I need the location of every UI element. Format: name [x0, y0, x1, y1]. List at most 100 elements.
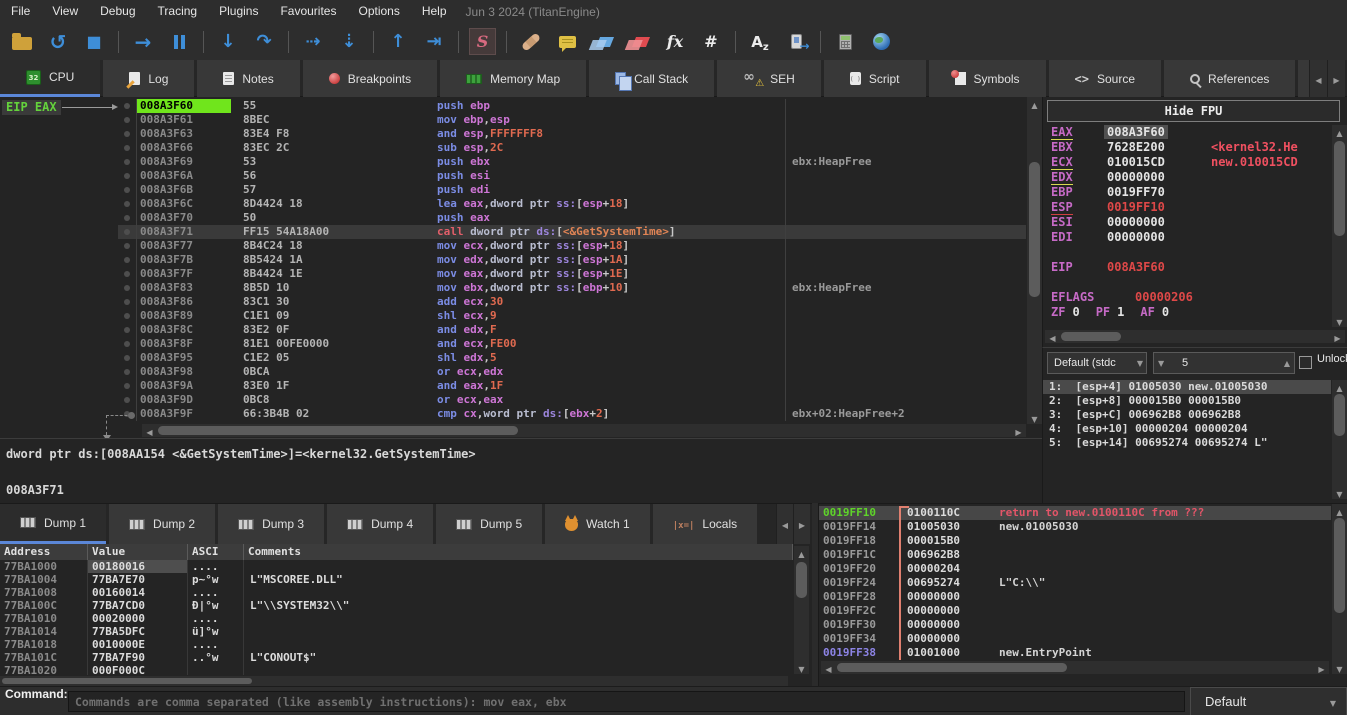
disassembly-vscrollbar[interactable] [1027, 97, 1042, 424]
dump-row[interactable]: 77BA100000180016.... [0, 560, 793, 573]
tab-scroll-right-button[interactable] [1327, 60, 1345, 97]
stack-row[interactable]: 0019FF1C006962B8 [819, 548, 1331, 562]
stack-row[interactable]: 0019FF3400000000 [819, 632, 1331, 646]
dump-row[interactable]: 77BA10180010000E.... [0, 638, 793, 651]
scroll-down-icon[interactable] [1332, 661, 1347, 674]
tab-log[interactable]: Log [103, 60, 194, 97]
unlocked-checkbox[interactable] [1299, 356, 1312, 369]
disasm-row[interactable]: 008A3F980BCAor ecx,edx [118, 365, 1026, 379]
stack-hscrollbar[interactable] [821, 661, 1329, 674]
disasm-row[interactable]: 008A3F8C83E2 0Fand edx,F [118, 323, 1026, 337]
register-row[interactable] [1043, 275, 1331, 290]
menu-options[interactable]: Options [347, 0, 410, 23]
register-row[interactable] [1043, 245, 1331, 260]
register-row[interactable]: EIP008A3F60 [1043, 260, 1331, 275]
animate-into-icon[interactable] [296, 27, 330, 57]
breakpoint-dot-icon[interactable] [118, 379, 136, 393]
scroll-right-icon[interactable] [1330, 330, 1345, 343]
disasm-row[interactable]: 008A3F6B57push edi [118, 183, 1026, 197]
scroll-up-icon[interactable] [1332, 504, 1347, 517]
vscroll-thumb[interactable] [1029, 162, 1040, 297]
register-row[interactable]: ESP0019FF10 [1043, 200, 1331, 215]
stack-row[interactable]: 0019FF100100110Creturn to new.0100110C f… [819, 506, 1331, 520]
hscroll-thumb[interactable] [158, 426, 518, 435]
disasm-row[interactable]: 008A3F6C8D4424 18lea eax,dword ptr ss:[e… [118, 197, 1026, 211]
disasm-row[interactable]: 008A3F9D0BC8or ecx,eax [118, 393, 1026, 407]
scroll-up-icon[interactable] [794, 546, 809, 559]
tab-dump-4[interactable]: Dump 4 [327, 504, 433, 544]
tab-threads[interactable]: Threads [1298, 60, 1309, 97]
tab-references[interactable]: References [1164, 60, 1295, 97]
hide-fpu-button[interactable]: Hide FPU [1047, 100, 1340, 122]
menu-plugins[interactable]: Plugins [208, 0, 269, 23]
menu-view[interactable]: View [41, 0, 89, 23]
tab-call-stack[interactable]: Call Stack [589, 60, 714, 97]
dump-vscrollbar[interactable] [794, 546, 809, 674]
arguments-vscrollbar[interactable] [1332, 380, 1347, 499]
tab-breakpoints[interactable]: Breakpoints [303, 60, 437, 97]
dump-row[interactable]: 77BA101477BA5DFCü]°w [0, 625, 793, 638]
breakpoint-dot-icon[interactable] [118, 365, 136, 379]
scroll-down-icon[interactable] [1332, 314, 1347, 327]
argument-row[interactable]: 2: [esp+8] 000015B0 000015B0 [1043, 394, 1331, 408]
disasm-row[interactable]: 008A3F89C1E1 09shl ecx,9 [118, 309, 1026, 323]
dump-row[interactable]: 77BA100C77BA7CD0Ð|°wL"\\SYSTEM32\\" [0, 599, 793, 612]
tab-dump-3[interactable]: Dump 3 [218, 504, 324, 544]
argument-count-spinner[interactable]: 5 [1153, 352, 1295, 374]
profile-dropdown[interactable]: Default [1190, 687, 1347, 715]
stack-row[interactable]: 0019FF2C00000000 [819, 604, 1331, 618]
disasm-row[interactable]: 008A3F9F66:3B4B 02cmp cx,word ptr ds:[eb… [118, 407, 1026, 421]
tab-cpu[interactable]: CPU [0, 60, 100, 97]
disasm-row[interactable]: 008A3F6A56push esi [118, 169, 1026, 183]
stack-row[interactable]: 0019FF2000000204 [819, 562, 1331, 576]
breakpoint-dot-icon[interactable] [118, 141, 136, 155]
disasm-row[interactable]: 008A3F618BECmov ebp,esp [118, 113, 1026, 127]
dump-hscrollbar[interactable] [0, 676, 788, 686]
breakpoint-dot-icon[interactable] [118, 323, 136, 337]
breakpoint-dot-icon[interactable] [118, 253, 136, 267]
breakpoint-dot-icon[interactable] [118, 211, 136, 225]
disasm-row[interactable]: 008A3F9A83E0 1Fand eax,1F [118, 379, 1026, 393]
tab-locals[interactable]: Locals [653, 504, 757, 544]
breakpoint-dot-icon[interactable] [118, 113, 136, 127]
s-letter-icon[interactable] [469, 28, 496, 55]
breakpoint-dot-icon[interactable] [118, 183, 136, 197]
breakpoint-dot-icon[interactable] [118, 281, 136, 295]
spinner-increase-icon[interactable] [1284, 353, 1290, 373]
step-out-icon[interactable] [381, 27, 415, 57]
attach-icon[interactable] [779, 27, 813, 57]
tab-memory-map[interactable]: Memory Map [440, 60, 586, 97]
stack-row[interactable]: 0019FF3801001000new.EntryPoint [819, 646, 1331, 660]
tab-watch-1[interactable]: Watch 1 [545, 504, 650, 544]
breakpoint-dot-icon[interactable] [118, 337, 136, 351]
run-to-user-code-icon[interactable] [417, 27, 451, 57]
disasm-row[interactable]: 008A3F7050push eax [118, 211, 1026, 225]
stack-row[interactable]: 0019FF3000000000 [819, 618, 1331, 632]
tab-source[interactable]: Source [1049, 60, 1161, 97]
dump-tab-scroll-right-button[interactable] [793, 504, 810, 544]
menu-debug[interactable]: Debug [89, 0, 146, 23]
stack-row[interactable]: 0019FF2800000000 [819, 590, 1331, 604]
stack-vscrollbar[interactable] [1332, 504, 1347, 674]
disasm-row[interactable]: 008A3F8683C1 30add ecx,30 [118, 295, 1026, 309]
scroll-right-icon[interactable] [1314, 661, 1329, 674]
run-icon[interactable] [126, 27, 160, 57]
scroll-down-icon[interactable] [794, 661, 809, 674]
breakpoint-dot-icon[interactable] [118, 239, 136, 253]
vscroll-thumb[interactable] [1334, 518, 1345, 613]
scroll-left-icon[interactable] [142, 424, 157, 437]
vscroll-thumb[interactable] [1334, 394, 1345, 436]
step-over-icon[interactable] [247, 27, 281, 57]
dump-tab-scroll-left-button[interactable] [776, 504, 793, 544]
disasm-row[interactable]: 008A3F8F81E1 00FE0000and ecx,FE00 [118, 337, 1026, 351]
stack-row[interactable]: 0019FF18000015B0 [819, 534, 1331, 548]
menu-favourites[interactable]: Favourites [269, 0, 347, 23]
breakpoint-dot-icon[interactable] [118, 225, 136, 239]
menu-file[interactable]: File [0, 0, 41, 23]
hash-icon[interactable] [694, 27, 728, 57]
stack-row[interactable]: 0019FF2400695274L"C:\\" [819, 576, 1331, 590]
disasm-row[interactable]: 008A3F778B4C24 18mov ecx,dword ptr ss:[e… [118, 239, 1026, 253]
menu-help[interactable]: Help [411, 0, 458, 23]
disasm-row[interactable]: 008A3F6953push ebxebx:HeapFree [118, 155, 1026, 169]
breakpoint-dot-icon[interactable] [118, 197, 136, 211]
